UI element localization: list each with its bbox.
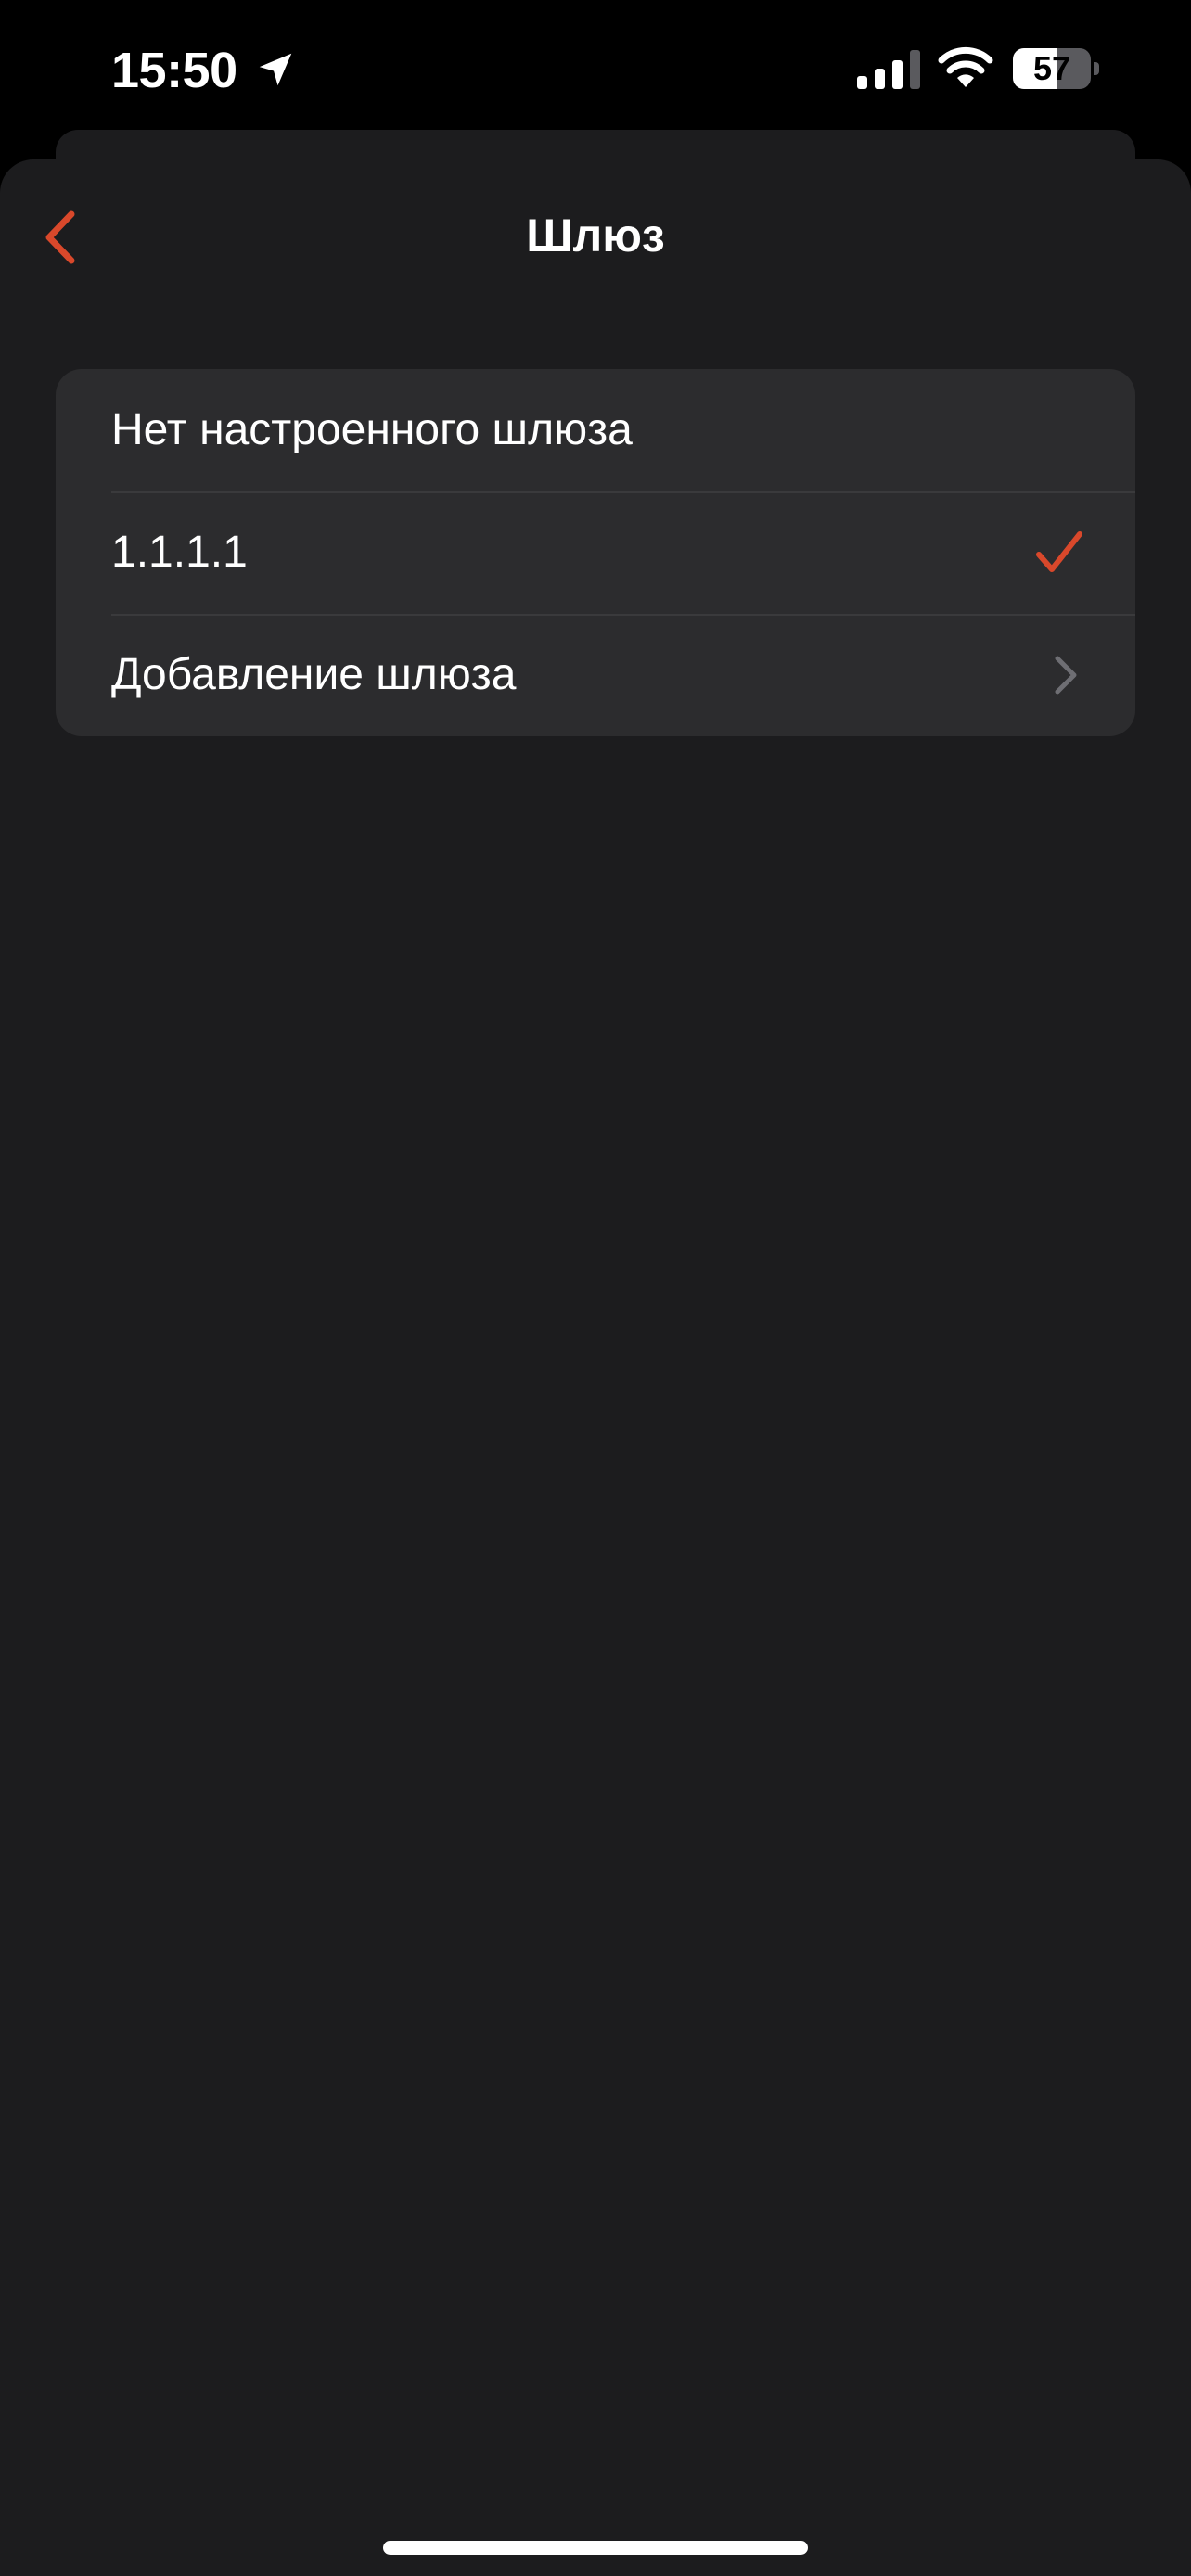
- status-bar: 15:50 57: [0, 0, 1191, 139]
- cellular-signal-icon: [857, 50, 920, 89]
- add-gateway-button[interactable]: Добавление шлюза: [56, 614, 1135, 736]
- battery-level: 57: [1032, 49, 1071, 87]
- battery-cap: [1094, 62, 1099, 75]
- back-button[interactable]: [28, 200, 93, 274]
- gateway-sheet: Шлюз Нет настроенного шлюза 1.1.1.1 Доба…: [0, 159, 1191, 2576]
- chevron-right-icon: [1055, 656, 1077, 695]
- gateway-list: Нет настроенного шлюза 1.1.1.1 Добавлени…: [56, 369, 1135, 736]
- battery-body: 57: [1013, 48, 1091, 89]
- chevron-left-icon: [45, 210, 75, 264]
- wifi-icon: [938, 46, 993, 87]
- gateway-option-none[interactable]: Нет настроенного шлюза: [56, 369, 1135, 491]
- home-indicator[interactable]: [383, 2541, 808, 2555]
- list-item-label: Добавление шлюза: [111, 650, 517, 699]
- battery-icon: 57: [1013, 48, 1100, 89]
- location-arrow-icon: [259, 53, 292, 86]
- status-time: 15:50: [111, 43, 237, 98]
- list-item-label: 1.1.1.1: [111, 528, 248, 577]
- gateway-option-1-1-1-1[interactable]: 1.1.1.1: [56, 491, 1135, 614]
- page-title: Шлюз: [526, 210, 665, 261]
- list-item-label: Нет настроенного шлюза: [111, 405, 633, 454]
- checkmark-icon: [1036, 531, 1082, 572]
